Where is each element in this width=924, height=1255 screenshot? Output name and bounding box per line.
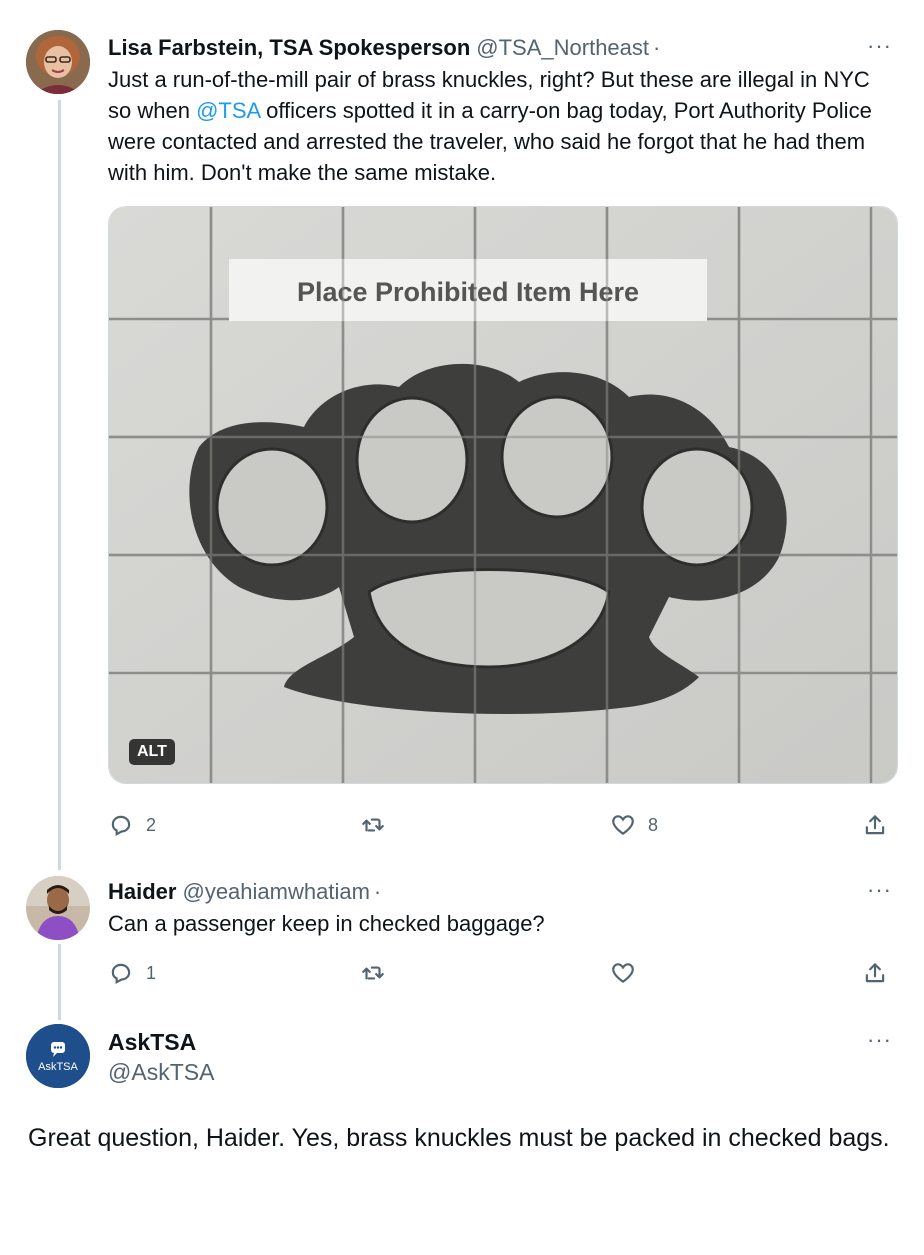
more-options-icon[interactable]: ··· <box>867 35 892 57</box>
more-options-icon[interactable]: ··· <box>867 879 892 901</box>
author-name[interactable]: Lisa Farbstein, TSA Spokesperson <box>108 34 470 62</box>
thread-line <box>58 100 61 870</box>
reply-icon <box>111 963 131 985</box>
more-options-icon[interactable]: ··· <box>867 1029 892 1051</box>
separator-dot: · <box>373 879 382 904</box>
tweet-haider: Haider @yeahiamwhatiam · ··· Can a passe… <box>108 878 892 939</box>
like-button[interactable] <box>610 960 648 986</box>
reply-button[interactable]: 1 <box>108 960 156 986</box>
reply-count: 2 <box>146 814 157 835</box>
tweet-asktsa-header: AskTSA @AskTSA ··· <box>108 1028 892 1086</box>
tweet-header: AskTSA <box>108 1028 892 1056</box>
tweet-header-handle: @AskTSA <box>108 1058 892 1086</box>
author-handle[interactable]: @yeahiamwhatiam <box>182 878 369 906</box>
author-handle[interactable]: @AskTSA <box>108 1058 214 1086</box>
avatar-haider[interactable] <box>26 876 90 940</box>
avatar-text: AskTSA <box>38 1061 78 1073</box>
share-icon <box>865 815 885 835</box>
tweet-header: Haider @yeahiamwhatiam · <box>108 878 892 906</box>
heart-icon <box>612 963 634 983</box>
share-icon <box>865 963 885 983</box>
mention-link[interactable]: @TSA <box>196 98 260 123</box>
brass-knuckles-photo: Place Prohibited Item Here <box>109 207 897 783</box>
tweet-actions: 1 <box>108 960 890 990</box>
avatar-lisa-farbstein[interactable] <box>26 30 90 94</box>
like-count: 8 <box>648 814 659 835</box>
reply-icon <box>111 815 131 837</box>
retweet-icon <box>362 966 384 980</box>
like-button[interactable]: 8 <box>610 812 658 838</box>
reply-button[interactable]: 2 <box>108 812 156 838</box>
retweet-button[interactable] <box>360 812 398 838</box>
heart-icon <box>612 815 634 835</box>
share-button[interactable] <box>862 812 888 838</box>
tweet-text: Great question, Haider. Yes, brass knuck… <box>28 1124 890 1152</box>
avatar-asktsa[interactable]: AskTSA <box>26 1024 90 1088</box>
tweet-text: Can a passenger keep in checked baggage? <box>108 911 545 936</box>
tweet-image[interactable]: Place Prohibited Item Here ALT <box>108 206 898 784</box>
author-name[interactable]: Haider <box>108 878 176 906</box>
reply-count: 1 <box>146 962 157 983</box>
tweet-header: Lisa Farbstein, TSA Spokesperson @TSA_No… <box>108 34 892 62</box>
separator-dot: · <box>653 35 661 60</box>
retweet-icon <box>362 818 384 832</box>
sign-text: Place Prohibited Item Here <box>297 277 639 307</box>
thread-line <box>58 944 61 1020</box>
tweet-actions: 2 8 <box>108 812 890 842</box>
author-name[interactable]: AskTSA <box>108 1028 196 1056</box>
retweet-button[interactable] <box>360 960 398 986</box>
alt-badge[interactable]: ALT <box>129 739 175 765</box>
tweet-lisa: Lisa Farbstein, TSA Spokesperson @TSA_No… <box>108 34 892 188</box>
share-button[interactable] <box>862 960 888 986</box>
author-handle[interactable]: @TSA_Northeast <box>476 34 649 62</box>
tweet-text: Just a run-of-the-mill pair of brass knu… <box>108 64 892 188</box>
